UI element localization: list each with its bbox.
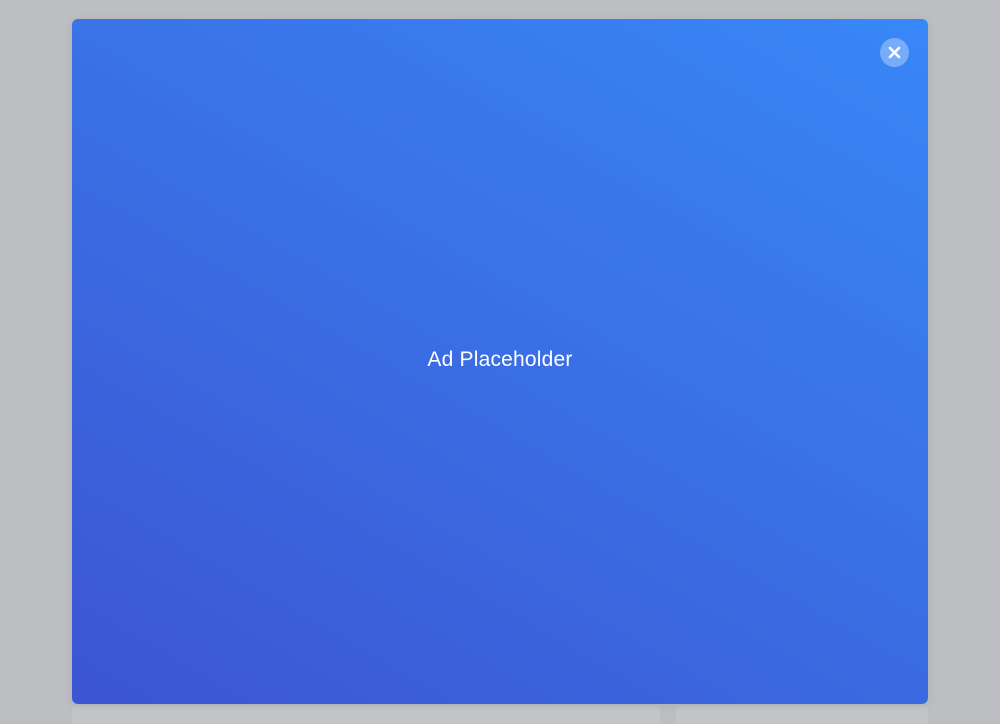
- close-icon: [888, 46, 901, 59]
- close-button[interactable]: [880, 38, 909, 67]
- ad-placeholder-text: Ad Placeholder: [427, 348, 573, 371]
- background-content-card: [72, 706, 660, 724]
- background-sidebar-card: [676, 706, 928, 724]
- ad-modal[interactable]: Ad Placeholder: [72, 19, 928, 704]
- page-backdrop: Ad Placeholder: [0, 0, 1000, 724]
